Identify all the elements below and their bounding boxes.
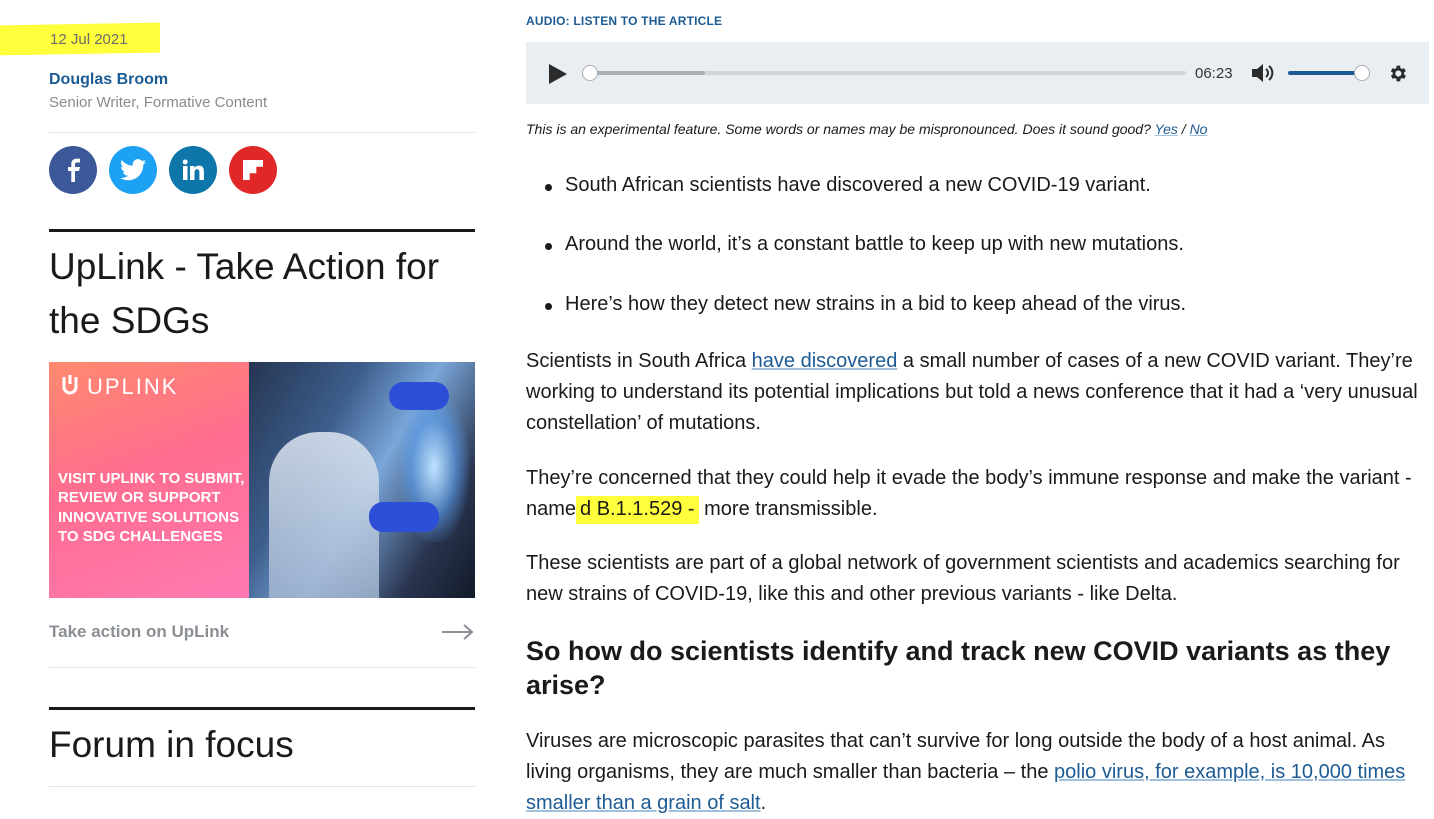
uplink-heading: UpLink - Take Action for the SDGs — [49, 246, 440, 341]
variant-name-highlight: d B.1.1.529 - — [576, 496, 699, 524]
bullet-dot — [545, 243, 552, 250]
uplink-logo: UPLINK — [59, 374, 178, 400]
feedback-yes-link[interactable]: Yes — [1155, 121, 1178, 137]
uplink-banner[interactable]: UPLINK VISIT UPLINK TO SUBMIT, REVIEW OR… — [49, 362, 475, 598]
share-twitter-button[interactable] — [109, 146, 157, 194]
divider — [49, 667, 475, 668]
audio-feedback-note: This is an experimental feature. Some wo… — [526, 121, 1208, 137]
article-paragraph: These scientists are part of a global ne… — [526, 552, 1400, 605]
share-facebook-button[interactable] — [49, 146, 97, 194]
author-name-link[interactable]: Douglas Broom — [49, 71, 168, 89]
section-rule — [49, 707, 475, 710]
bullet-dot — [545, 184, 552, 191]
banner-cta-text: VISIT UPLINK TO SUBMIT, REVIEW OR SUPPOR… — [58, 470, 245, 545]
section-heading: So how do scientists identify and track … — [526, 636, 1391, 700]
have-discovered-link[interactable]: have discovered — [752, 350, 898, 372]
seek-buffered — [590, 71, 705, 75]
uplink-logo-icon — [62, 375, 78, 395]
volume-icon[interactable] — [1251, 63, 1275, 83]
seek-handle[interactable] — [582, 65, 598, 81]
divider — [49, 786, 475, 787]
volume-slider[interactable] — [1288, 71, 1362, 75]
gear-icon[interactable] — [1387, 63, 1408, 84]
twitter-icon — [120, 159, 146, 181]
linkedin-icon — [182, 159, 204, 180]
divider — [49, 132, 475, 133]
publish-date: 12 Jul 2021 — [50, 31, 128, 48]
take-action-link[interactable]: Take action on UpLink — [49, 622, 229, 642]
section-rule — [49, 229, 475, 232]
share-linkedin-button[interactable] — [169, 146, 217, 194]
bullet-dot — [545, 303, 552, 310]
arrow-right-icon[interactable] — [442, 623, 474, 641]
author-role: Senior Writer, Formative Content — [49, 94, 268, 111]
facebook-icon — [68, 158, 80, 182]
audio-duration: 06:23 — [1195, 65, 1233, 82]
play-icon[interactable] — [548, 63, 568, 85]
volume-handle[interactable] — [1354, 65, 1370, 81]
article-paragraph: Viruses are microscopic parasites that c… — [526, 730, 1406, 814]
feedback-no-link[interactable]: No — [1190, 121, 1208, 137]
forum-in-focus-heading: Forum in focus — [49, 724, 294, 765]
article-paragraph: They’re concerned that they could help i… — [526, 463, 1426, 525]
article-paragraph: Scientists in South Africa have discover… — [526, 350, 1418, 434]
share-flipboard-button[interactable] — [229, 146, 277, 194]
uplink-logo-text: UPLINK — [87, 374, 179, 399]
flipboard-icon — [243, 160, 263, 180]
audio-label: AUDIO: LISTEN TO THE ARTICLE — [526, 14, 723, 28]
